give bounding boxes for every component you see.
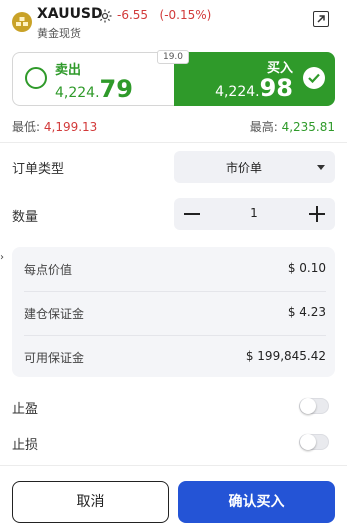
open-margin-row: 建仓保证金 $ 4.23 [24,293,326,333]
order-type-label: 订单类型 [12,162,65,177]
price-change-value: -6.55 [117,8,149,22]
open-margin-label: 建仓保证金 [24,307,85,321]
open-margin-value: $ 4.23 [287,305,326,319]
free-margin-row: 可用保证金 $ 199,845.42 [24,337,326,377]
minus-icon[interactable] [184,206,200,222]
divider [0,142,347,143]
order-type-value: 市价单 [225,161,262,175]
instrument-header: XAUUSD -6.55 (-0.15%) 黄金现货 [0,0,347,44]
take-profit-label: 止盈 [12,402,39,417]
toggle-knob [300,434,316,450]
gold-bars-icon [12,12,32,32]
day-high-value: 4,235.81 [281,120,335,134]
margin-info-panel: 每点价值 $ 0.10 建仓保证金 $ 4.23 可用保证金 $ 199,845… [12,247,335,377]
plus-icon[interactable] [309,206,325,222]
check-circle-icon [303,67,325,89]
external-link-icon[interactable] [313,11,329,27]
symbol-name: XAUUSD [37,6,103,22]
quantity-stepper[interactable]: 1 [174,198,335,230]
sell-price-prefix: 4,224. [55,85,100,101]
point-value-label: 每点价值 [24,263,73,277]
spread-badge: 19.0 [157,50,189,64]
buy-price-prefix: 4,224. [215,84,260,100]
confirm-buy-button[interactable]: 确认买入 [178,481,335,523]
instrument-subtitle: 黄金现货 [37,27,81,40]
radio-circle-icon [25,67,47,89]
take-profit-toggle[interactable] [299,398,329,414]
price-change: -6.55 (-0.15%) [117,8,211,22]
day-high: 最高: 4,235.81 [250,118,335,135]
point-value-value: $ 0.10 [287,261,326,275]
point-value-row: 每点价值 $ 0.10 [24,249,326,289]
sun-icon [98,8,112,27]
divider [24,291,326,292]
buy-button[interactable]: 买入 4,224.98 [174,52,335,106]
stop-loss-toggle[interactable] [299,434,329,450]
cancel-button[interactable]: 取消 [12,481,169,523]
day-low-label: 最低: [12,120,41,134]
order-type-select[interactable]: 市价单 [174,151,335,183]
stop-loss-label: 止损 [12,438,39,453]
free-margin-label: 可用保证金 [24,351,85,365]
day-high-label: 最高: [249,120,278,134]
free-margin-value: $ 199,845.42 [245,349,326,363]
chevron-down-icon [317,165,325,170]
sell-button[interactable]: 卖出 4,224.79 [12,52,174,106]
toggle-knob [300,398,316,414]
day-low-value: 4,199.13 [43,120,98,134]
day-low: 最低: 4,199.13 [12,118,97,135]
sell-price-suffix: 79 [99,75,133,103]
divider [24,335,326,336]
sell-price: 4,224.79 [55,75,133,103]
chevron-right-icon[interactable]: › [0,252,4,263]
price-change-percent: (-0.15%) [159,8,212,22]
buy-price-suffix: 98 [259,74,293,102]
quantity-value[interactable]: 1 [234,206,274,220]
buy-price: 4,224.98 [215,74,293,102]
divider [0,465,347,466]
quantity-label: 数量 [12,210,39,225]
